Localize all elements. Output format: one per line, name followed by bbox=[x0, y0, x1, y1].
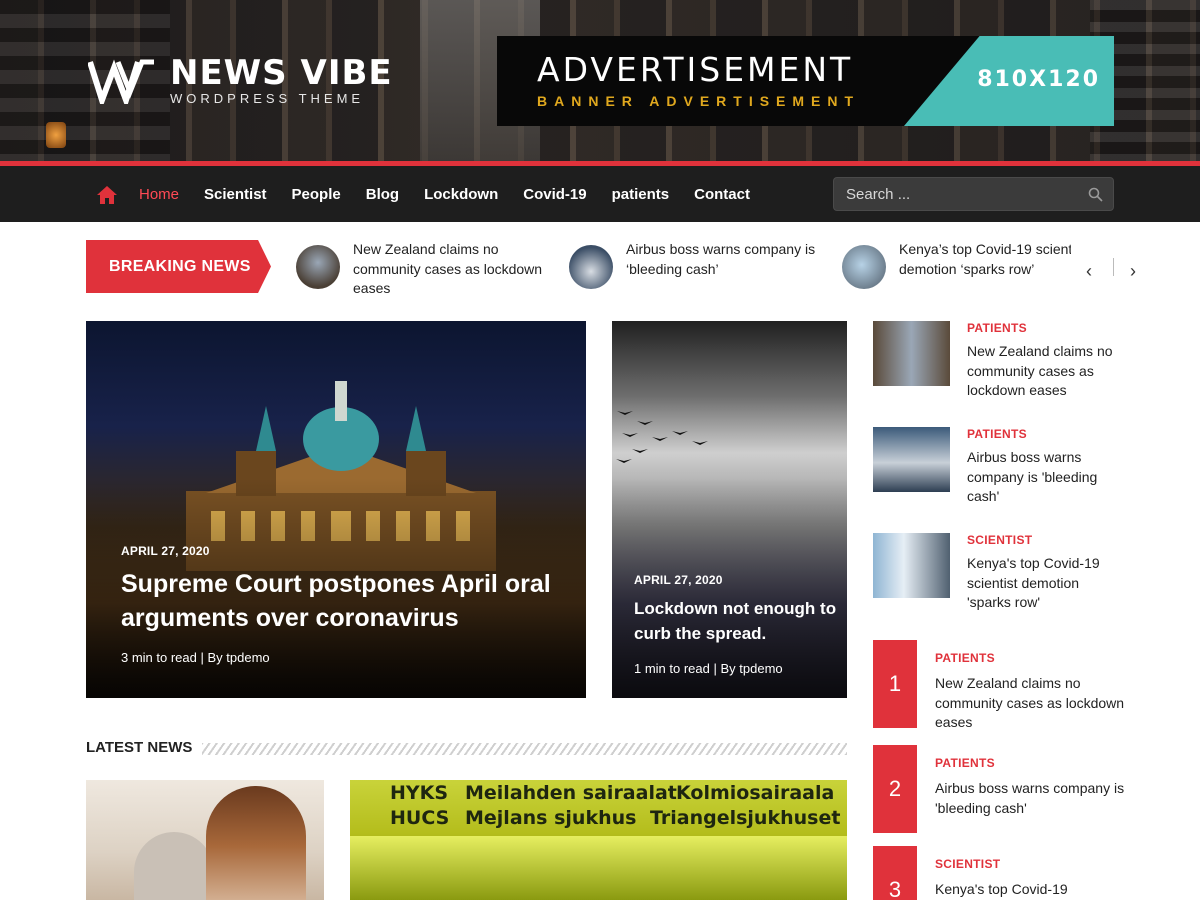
ticker-item[interactable]: Kenya’s top Covid-19 scientist demotion … bbox=[842, 240, 1071, 289]
post-category[interactable]: SCIENTIST bbox=[935, 857, 1000, 871]
nav-item-patients[interactable]: patients bbox=[612, 186, 670, 203]
post-category[interactable]: PATIENTS bbox=[935, 756, 995, 770]
banner-advertisement[interactable]: ADVERTISEMENT BANNER ADVERTISEMENT 810X1… bbox=[497, 36, 1114, 126]
post-meta: 3 min to read | By tpdemo bbox=[121, 650, 270, 665]
post-thumbnail[interactable] bbox=[873, 427, 950, 492]
sign-text: Kolmiosairaala bbox=[676, 782, 835, 804]
ranked-post[interactable]: 3 SCIENTIST Kenya's top Covid-19 bbox=[873, 846, 1133, 900]
ticker-thumbnail bbox=[842, 245, 886, 289]
search-box bbox=[833, 177, 1114, 211]
nav-item-blog[interactable]: Blog bbox=[366, 186, 399, 203]
sign-text: Meilahden sairaalat bbox=[465, 782, 677, 804]
breaking-news-label: BREAKING NEWS bbox=[86, 240, 271, 293]
sign-text: HUCS bbox=[390, 807, 450, 829]
ticker-thumbnail bbox=[569, 245, 613, 289]
logo-mark-icon bbox=[88, 59, 154, 104]
street-lamp bbox=[46, 122, 66, 148]
ad-size-label: 810X120 bbox=[977, 67, 1100, 92]
post-author[interactable]: By tpdemo bbox=[721, 661, 783, 676]
post-category[interactable]: PATIENTS bbox=[967, 321, 1027, 335]
post-title[interactable]: Kenya's top Covid-19 bbox=[935, 880, 1125, 900]
post-title[interactable]: New Zealand claims no community cases as… bbox=[935, 674, 1125, 733]
featured-post-main[interactable]: APRIL 27, 2020 Supreme Court postpones A… bbox=[86, 321, 586, 698]
site-logo[interactable]: NEWS VIBE WORDPRESS THEME bbox=[88, 56, 393, 106]
breaking-news-ticker: New Zealand claims no community cases as… bbox=[296, 240, 1071, 302]
latest-post-thumbnail[interactable]: HYKS Meilahden sairaalat Kolmiosairaala … bbox=[350, 780, 847, 900]
post-title[interactable]: New Zealand claims no community cases as… bbox=[967, 342, 1117, 401]
chevron-right-icon[interactable]: › bbox=[1130, 262, 1144, 280]
sign-text: Triangelsjukhuset bbox=[650, 807, 841, 829]
heading-decoration bbox=[202, 743, 847, 755]
ad-title: ADVERTISEMENT bbox=[537, 50, 854, 89]
ranked-post[interactable]: 1 PATIENTS New Zealand claims no communi… bbox=[873, 640, 1133, 730]
post-category[interactable]: PATIENTS bbox=[935, 651, 995, 665]
post-meta: 1 min to read | By tpdemo bbox=[634, 661, 783, 676]
ticker-item-title: Kenya’s top Covid-19 scientist demotion … bbox=[899, 241, 1071, 277]
nav-item-contact[interactable]: Contact bbox=[694, 186, 750, 203]
ticker-item[interactable]: New Zealand claims no community cases as… bbox=[296, 240, 553, 299]
latest-post-thumbnail[interactable] bbox=[86, 780, 324, 900]
main-navigation: Home Scientist People Blog Lockdown Covi… bbox=[0, 161, 1200, 222]
featured-post-side[interactable]: APRIL 27, 2020 Lockdown not enough to cu… bbox=[612, 321, 847, 698]
ticker-arrow-divider bbox=[1113, 258, 1114, 276]
nav-item-scientist[interactable]: Scientist bbox=[204, 186, 267, 203]
ticker-item-title: Airbus boss warns company is ‘bleeding c… bbox=[626, 241, 816, 277]
person-figure bbox=[134, 832, 214, 900]
read-time: 1 min to read bbox=[634, 661, 710, 676]
post-category[interactable]: PATIENTS bbox=[967, 427, 1027, 441]
person-figure bbox=[206, 786, 306, 900]
rank-number: 2 bbox=[873, 745, 917, 833]
ranked-post[interactable]: 2 PATIENTS Airbus boss warns company is … bbox=[873, 745, 1133, 833]
search-input[interactable] bbox=[846, 178, 1076, 210]
post-title[interactable]: Supreme Court postpones April oral argum… bbox=[121, 567, 561, 635]
post-thumbnail[interactable] bbox=[873, 533, 950, 598]
meta-separator: | bbox=[200, 650, 208, 665]
rank-number: 3 bbox=[873, 846, 917, 900]
logo-tagline: WORDPRESS THEME bbox=[170, 91, 365, 106]
chevron-left-icon[interactable]: ‹ bbox=[1086, 262, 1100, 280]
nav-item-covid-19[interactable]: Covid-19 bbox=[523, 186, 586, 203]
site-header: NEWS VIBE WORDPRESS THEME ADVERTISEMENT … bbox=[0, 0, 1200, 161]
post-author[interactable]: By tpdemo bbox=[208, 650, 270, 665]
ticker-item[interactable]: Airbus boss warns company is ‘bleeding c… bbox=[569, 240, 826, 289]
post-title[interactable]: Lockdown not enough to curb the spread. bbox=[634, 596, 839, 646]
post-category[interactable]: SCIENTIST bbox=[967, 533, 1032, 547]
post-title[interactable]: Airbus boss warns company is 'bleeding c… bbox=[935, 779, 1125, 818]
nav-item-people[interactable]: People bbox=[292, 186, 341, 203]
ad-subtitle: BANNER ADVERTISEMENT bbox=[537, 93, 861, 109]
sign-text: HYKS bbox=[390, 782, 449, 804]
rank-number: 1 bbox=[873, 640, 917, 728]
post-date: APRIL 27, 2020 bbox=[121, 544, 210, 558]
post-thumbnail[interactable] bbox=[873, 321, 950, 386]
latest-news-heading: LATEST NEWS bbox=[86, 739, 193, 756]
logo-title: NEWS VIBE bbox=[170, 53, 393, 93]
sign-text: Mejlans sjukhus bbox=[465, 807, 637, 829]
nav-item-home[interactable]: Home bbox=[139, 186, 179, 203]
post-title[interactable]: Kenya's top Covid-19 scientist demotion … bbox=[967, 554, 1117, 613]
ticker-thumbnail bbox=[296, 245, 340, 289]
sidebar-post[interactable]: PATIENTS New Zealand claims no community… bbox=[873, 321, 1133, 401]
sidebar-post[interactable]: SCIENTIST Kenya's top Covid-19 scientist… bbox=[873, 533, 1133, 613]
meta-separator: | bbox=[713, 661, 721, 676]
search-icon[interactable] bbox=[1088, 187, 1103, 202]
read-time: 3 min to read bbox=[121, 650, 197, 665]
sidebar-post[interactable]: PATIENTS Airbus boss warns company is 'b… bbox=[873, 427, 1133, 507]
nav-item-lockdown[interactable]: Lockdown bbox=[424, 186, 498, 203]
sign-light-panel bbox=[350, 836, 847, 900]
post-title[interactable]: Airbus boss warns company is 'bleeding c… bbox=[967, 448, 1117, 507]
post-date: APRIL 27, 2020 bbox=[634, 573, 723, 587]
home-icon[interactable] bbox=[96, 185, 118, 205]
hero-image-birds bbox=[616, 411, 708, 463]
ticker-item-title: New Zealand claims no community cases as… bbox=[353, 241, 543, 296]
